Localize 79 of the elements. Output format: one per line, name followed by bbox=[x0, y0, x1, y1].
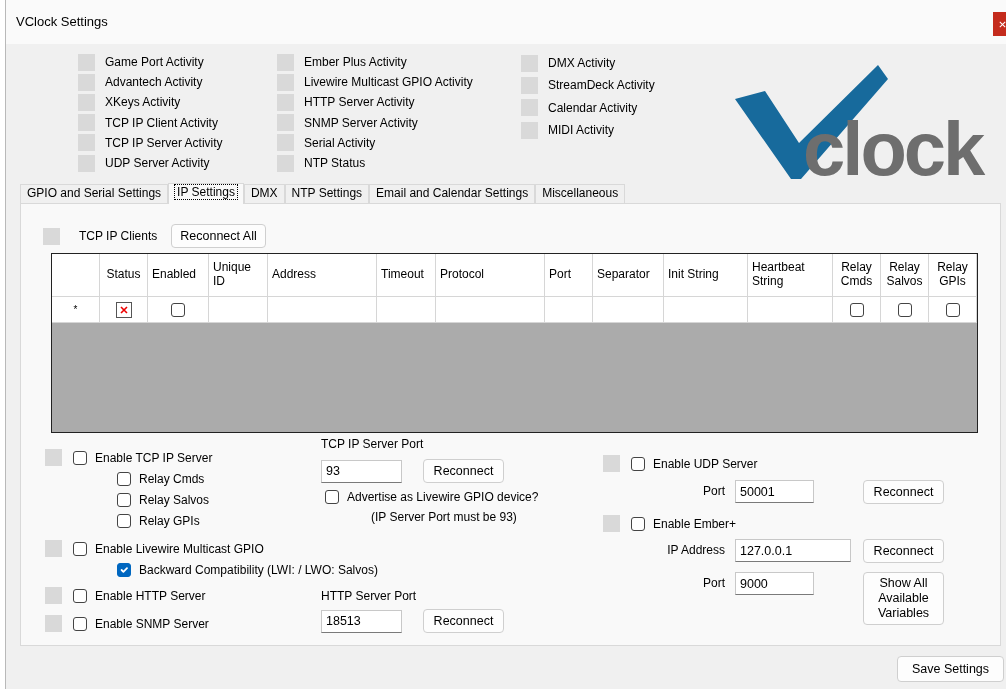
save-settings-button[interactable]: Save Settings bbox=[897, 656, 1004, 682]
checkbox-label: Relay Salvos bbox=[139, 491, 210, 509]
tab[interactable]: IP Settings bbox=[168, 183, 244, 204]
activity-label: Calendar Activity bbox=[548, 99, 638, 117]
activity-label: HTTP Server Activity bbox=[304, 94, 415, 112]
port-field[interactable]: 50001 bbox=[735, 480, 814, 503]
activity-label: UDP Server Activity bbox=[105, 155, 210, 173]
activity-label: TCP IP Client Activity bbox=[105, 114, 218, 132]
port-field[interactable]: 93 bbox=[321, 459, 402, 483]
window-title: VClock Settings bbox=[16, 13, 108, 32]
field-label: HTTP Server Port bbox=[321, 588, 418, 604]
field-label: IP Address bbox=[666, 542, 725, 559]
table-cell[interactable] bbox=[436, 297, 545, 323]
checkbox-label: Relay Cmds bbox=[139, 470, 205, 488]
activity-label: Livewire Multicast GPIO Activity bbox=[304, 74, 473, 92]
field-label: Port bbox=[702, 483, 725, 500]
checkbox[interactable] bbox=[73, 588, 87, 603]
tab[interactable]: GPIO and Serial Settings bbox=[20, 184, 169, 203]
activity-label: SNMP Server Activity bbox=[304, 114, 418, 132]
checkbox-label: Enable Livewire Multicast GPIO bbox=[95, 540, 264, 558]
checkbox[interactable] bbox=[849, 302, 864, 317]
checkbox[interactable] bbox=[325, 489, 339, 504]
field-label: TCP IP Server Port bbox=[321, 436, 425, 452]
checkbox-label: Advertise as Livewire GPIO device? bbox=[347, 488, 539, 506]
table-cell[interactable] bbox=[268, 297, 377, 323]
tab[interactable]: Email and Calendar Settings bbox=[369, 184, 536, 203]
table-cell[interactable] bbox=[593, 297, 664, 323]
port-field[interactable]: 18513 bbox=[321, 609, 402, 633]
close-button[interactable] bbox=[993, 12, 1006, 36]
table-cell[interactable] bbox=[664, 297, 748, 323]
activity-label: Serial Activity bbox=[304, 134, 376, 152]
reconnect-button[interactable]: Reconnect bbox=[863, 480, 944, 504]
activity-label: XKeys Activity bbox=[105, 94, 181, 112]
note-text: (IP Server Port must be 93) bbox=[371, 509, 518, 525]
activity-label: DMX Activity bbox=[548, 55, 616, 73]
checkbox[interactable] bbox=[117, 513, 131, 528]
checkbox[interactable] bbox=[945, 302, 960, 317]
table-cell[interactable] bbox=[545, 297, 593, 323]
table-cell[interactable] bbox=[377, 297, 436, 323]
error-icon bbox=[115, 301, 132, 318]
activity-label: StreamDeck Activity bbox=[548, 77, 655, 95]
activity-label: Game Port Activity bbox=[105, 54, 204, 72]
checkbox-label: Enable TCP IP Server bbox=[95, 449, 213, 467]
checkbox-label: Enable Ember+ bbox=[653, 515, 737, 533]
port-field[interactable]: 9000 bbox=[735, 572, 814, 595]
checkbox[interactable] bbox=[897, 302, 912, 317]
checkbox[interactable] bbox=[631, 456, 645, 471]
checkbox[interactable] bbox=[117, 471, 131, 486]
reconnect-button[interactable]: Reconnect bbox=[423, 459, 504, 483]
checkbox[interactable] bbox=[73, 541, 87, 556]
close-icon bbox=[999, 19, 1006, 29]
tab[interactable]: DMX bbox=[243, 184, 285, 203]
field-label: Port bbox=[702, 575, 725, 592]
section-label: TCP IP Clients bbox=[79, 228, 158, 245]
checkbox[interactable] bbox=[171, 302, 185, 317]
tab[interactable]: Miscellaneous bbox=[535, 184, 626, 203]
activity-label: MIDI Activity bbox=[548, 122, 614, 140]
tab[interactable]: NTP Settings bbox=[284, 184, 370, 203]
checkbox[interactable] bbox=[73, 450, 87, 465]
checkbox-label: Enable HTTP Server bbox=[95, 587, 206, 605]
activity-label: TCP IP Server Activity bbox=[105, 134, 223, 152]
ip-address-field[interactable]: 127.0.0.1 bbox=[735, 539, 851, 562]
activity-label: Advantech Activity bbox=[105, 74, 203, 92]
reconnect-button[interactable]: Reconnect bbox=[863, 539, 944, 563]
checkbox[interactable] bbox=[631, 516, 645, 531]
table-cell[interactable] bbox=[748, 297, 833, 323]
activity-label: Ember Plus Activity bbox=[304, 54, 407, 72]
table-cell[interactable] bbox=[209, 297, 268, 323]
checkbox-label: Backward Compatibility (LWI: / LWO: Salvos) bbox=[139, 561, 378, 579]
activity-label: NTP Status bbox=[304, 155, 366, 173]
checkbox[interactable] bbox=[73, 616, 87, 631]
show-variables-button[interactable]: Show All Available Variables bbox=[863, 572, 944, 625]
checkbox[interactable] bbox=[117, 492, 131, 507]
reconnect-all-button[interactable]: Reconnect All bbox=[171, 224, 266, 248]
checkbox[interactable] bbox=[117, 562, 131, 577]
checkbox-label: Relay GPIs bbox=[139, 512, 200, 530]
checkbox-label: Enable UDP Server bbox=[653, 455, 758, 473]
reconnect-button[interactable]: Reconnect bbox=[423, 609, 504, 633]
checkbox-label: Enable SNMP Server bbox=[95, 615, 209, 633]
